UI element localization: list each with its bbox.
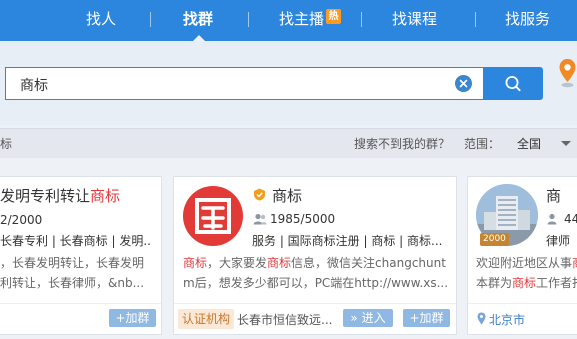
join-group-button[interactable]: +加群 [109,309,156,327]
search-icon [505,75,521,92]
group-desc-line1: ，长春发明转让，长春发明 [0,256,145,270]
group-avatar[interactable] [183,186,243,246]
search-button[interactable] [483,67,543,100]
enter-group-button[interactable]: » 进入 [343,309,393,327]
group-title[interactable]: 商标 [272,185,302,206]
group-location: 长春市恒信致远... [237,313,333,327]
member-count: 44 [564,212,577,226]
group-location: 北京市 [489,313,526,327]
nav-find-people[interactable]: 找人 [86,0,116,41]
group-tags: 长春专利 | 长春商标 | 发明... [0,234,152,248]
filter-bar: 标 搜索不到我的群？ 范围： 全国 [0,128,577,158]
nav-find-services[interactable]: 找服务 [505,0,550,41]
group-title[interactable]: 商 [546,185,561,206]
group-title[interactable]: 发明专利转让商标 [0,185,150,206]
nav-divider [150,12,151,27]
nav-find-streamers-label: 找主播 [279,10,325,28]
group-tags: 律师 [546,234,571,248]
group-desc-line2: m后，想发多少都可以，PC端在http://www.xs... [183,276,448,290]
search-input-value: 商标 [20,78,48,94]
certified-org-badge: 认证机构 [178,309,235,329]
chevron-down-icon[interactable] [561,141,571,146]
members-icon [547,213,557,225]
hot-badge: 热 [326,9,342,24]
top-nav: 找人 找群 找主播热 找课程 找服务 [0,0,577,41]
nav-divider [361,12,362,27]
verified-badge-icon [254,188,265,201]
range-select[interactable]: 全国 [517,129,541,159]
year-badge: 2000 [480,233,509,246]
nav-find-streamers[interactable]: 找主播热 [279,0,342,41]
group-desc-line1: 欢迎附近地区从事商 [476,256,577,270]
group-tags: 服务 | 国际商标注册 | 商标 | 商标... [252,234,443,248]
join-group-button[interactable]: +加群 [403,309,450,327]
filter-partial-label: 标 [0,137,13,151]
nav-divider [248,12,249,27]
page: 找人 找群 找主播热 找课程 找服务 商标 标 搜索不到我的群？ 范围： 全国 [0,0,577,339]
members-icon [253,213,267,225]
location-pin-icon [477,312,486,325]
group-desc-line2: 利转让，长春律师，&nb... [0,276,145,290]
nav-divider [475,12,476,27]
member-count: 2/2000 [0,213,43,227]
search-input[interactable]: 商标 [5,67,483,100]
clear-icon[interactable] [455,75,472,92]
group-desc-line2: 本群为商标工作者打 [476,276,577,290]
not-found-link[interactable]: 搜索不到我的群？ [354,129,450,159]
range-label: 范围： [464,137,501,151]
member-count: 1985/5000 [270,212,336,226]
group-desc-line1: 商标，大家要发商标信息，微信关注changchunt [183,256,446,270]
nav-find-courses[interactable]: 找课程 [392,0,437,41]
location-pin-icon[interactable] [558,58,577,90]
